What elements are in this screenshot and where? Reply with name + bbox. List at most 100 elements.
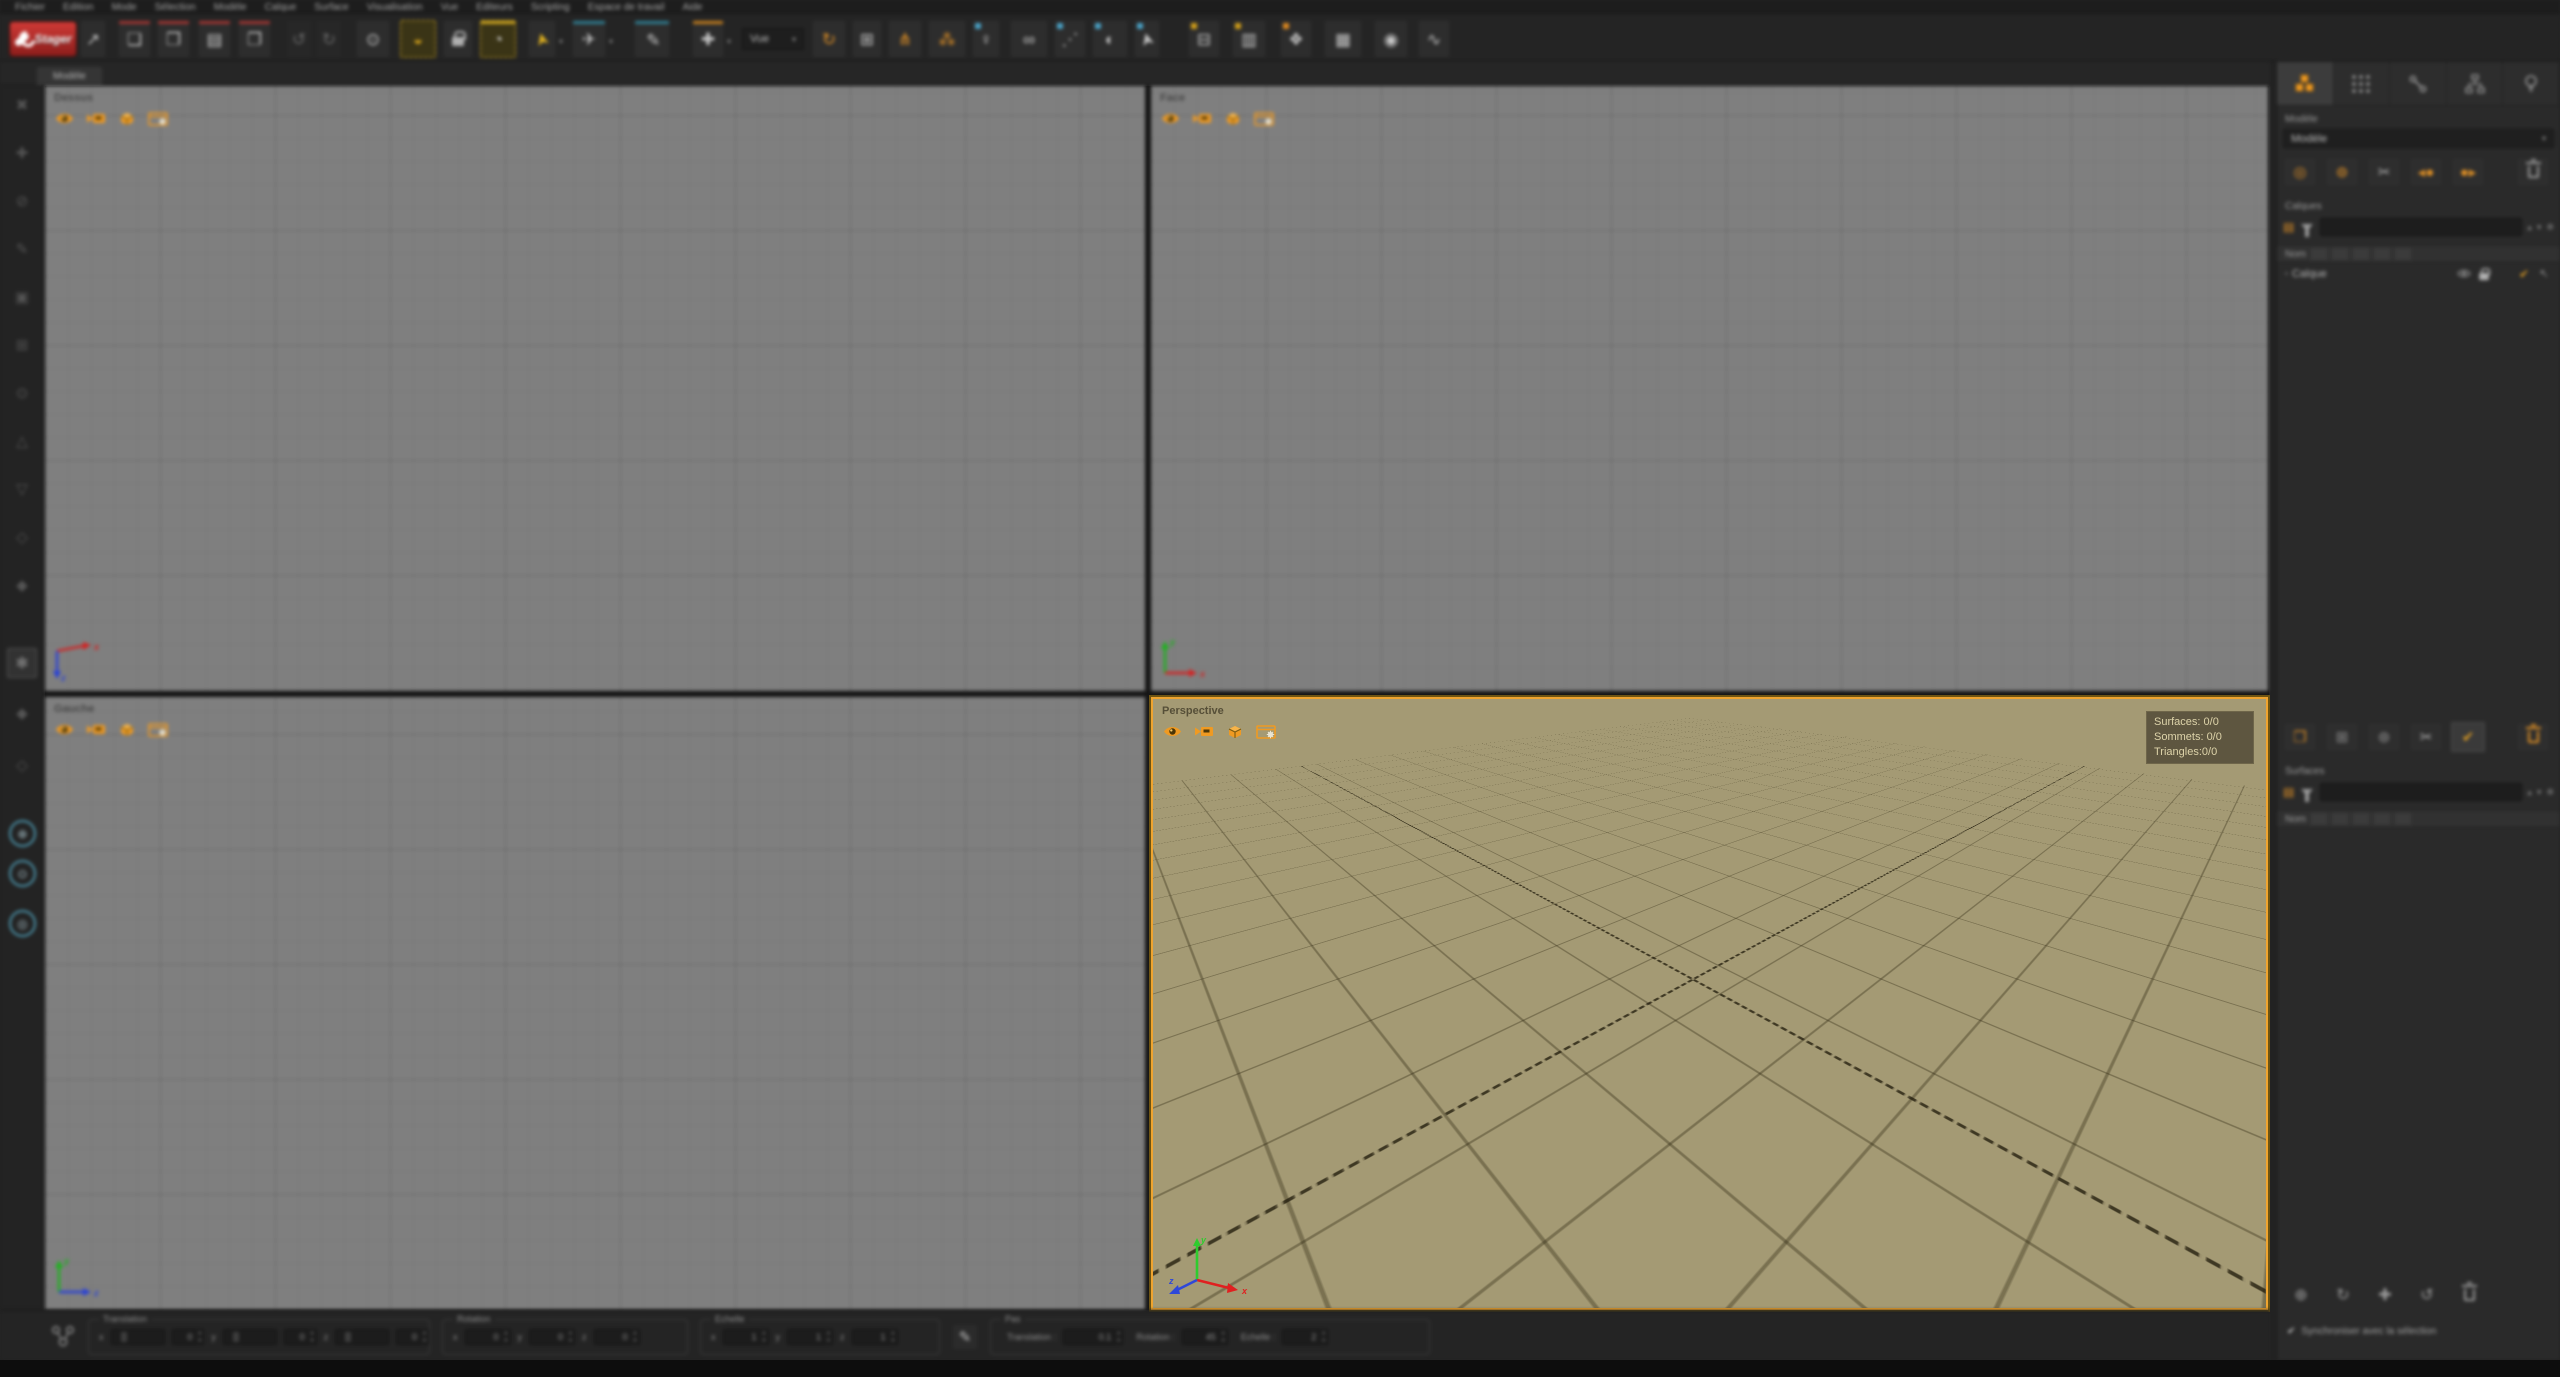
tab-model[interactable]: [2277, 62, 2334, 105]
menu-item-11[interactable]: Scripting: [522, 0, 579, 15]
menu-item-8[interactable]: Visualisation: [358, 0, 432, 15]
snap-sphere-icon[interactable]: ⊙: [356, 20, 390, 58]
sphere-3d-icon[interactable]: ◐: [1092, 20, 1128, 58]
snap-scale-field[interactable]: 2: [1282, 1329, 1328, 1345]
camera-icon[interactable]: [1193, 724, 1214, 739]
viewport-settings-icon[interactable]: [1255, 724, 1276, 739]
filter-funnel-icon[interactable]: [2301, 224, 2313, 231]
pen-edit-icon[interactable]: ✎: [952, 1324, 978, 1350]
assign-surface-icon[interactable]: ⊛: [2367, 722, 2401, 752]
rotation-field-x[interactable]: 0: [465, 1329, 511, 1345]
move-mode-icon[interactable]: ◆: [7, 698, 37, 728]
validate-surface-icon[interactable]: ✔: [2451, 722, 2485, 752]
chevron-up-icon[interactable]: ▴: [2527, 223, 2532, 232]
spray-icon[interactable]: ⋰: [1054, 20, 1086, 58]
down-tool-icon[interactable]: ▽: [7, 474, 37, 504]
visibility-eye-icon[interactable]: [54, 722, 75, 737]
tab-light[interactable]: [2503, 62, 2560, 105]
grid-select-icon[interactable]: ⊟: [1188, 20, 1220, 58]
shading-cube-icon[interactable]: [116, 722, 137, 737]
soft-select-icon[interactable]: ◒: [400, 20, 436, 58]
new-file-icon[interactable]: ❏: [118, 20, 151, 58]
redo-icon[interactable]: ↻: [316, 20, 342, 58]
cursor-small-icon[interactable]: ➤: [1134, 20, 1160, 58]
magnet-select-icon[interactable]: ◔: [480, 20, 516, 58]
translation-slider-x[interactable]: [111, 1329, 165, 1345]
menu-item-12[interactable]: Espace de travail: [579, 0, 674, 15]
layer-row[interactable]: ▪ Calque ✔ ↖: [2277, 263, 2560, 284]
chevron-down-icon[interactable]: ▾: [609, 37, 613, 46]
model-dropdown[interactable]: Modèle ▾: [2283, 129, 2554, 148]
delete-surface-icon[interactable]: [2516, 722, 2550, 752]
reset-transform-icon[interactable]: ↺: [2411, 1280, 2443, 1310]
translate-airplane-icon[interactable]: ✈: [572, 20, 606, 58]
cut-surface-icon[interactable]: ✂: [2409, 722, 2443, 752]
rotation-field-y[interactable]: 0: [529, 1329, 575, 1345]
filter-funnel-icon[interactable]: [2301, 789, 2313, 796]
select-circle-icon-3[interactable]: ◎: [9, 910, 36, 937]
snap-rotation-field[interactable]: 45: [1182, 1329, 1228, 1345]
expander-icon[interactable]: ▪: [2285, 269, 2288, 278]
viewport-perspective[interactable]: Perspective Surfaces: 0/0 Sommets: 0/0 T…: [1151, 697, 2268, 1310]
grid-tool-icon[interactable]: ⊞: [7, 330, 37, 360]
delete-model-icon[interactable]: [2516, 157, 2550, 187]
select-ring-icon[interactable]: ◎: [2283, 157, 2317, 187]
chevron-down-icon[interactable]: ▾: [2537, 223, 2542, 232]
lock-icon[interactable]: [2476, 267, 2492, 281]
visibility-eye-icon[interactable]: [1160, 111, 1181, 126]
disable-tool-icon[interactable]: ⊘: [7, 186, 37, 216]
camera-dome-icon[interactable]: ◉: [1374, 20, 1408, 58]
scale-field-x[interactable]: 1: [723, 1329, 769, 1345]
next-selection-icon[interactable]: ●▸: [2451, 157, 2485, 187]
settings-icon[interactable]: ✻: [2546, 788, 2554, 797]
menu-item-4[interactable]: Sélection: [146, 0, 205, 15]
close-tool-icon[interactable]: ✖: [7, 90, 37, 120]
view-mode-dropdown[interactable]: Vue ▾: [742, 28, 804, 50]
select-circle-icon-2[interactable]: ⊙: [9, 860, 36, 887]
viewport-settings-icon[interactable]: [147, 722, 168, 737]
snap-translation-field[interactable]: 0.1: [1063, 1329, 1123, 1345]
menu-item-7[interactable]: Surface: [305, 0, 357, 15]
rotation-field-z[interactable]: 0: [594, 1329, 640, 1345]
camera-icon[interactable]: [85, 722, 106, 737]
visibility-eye-icon[interactable]: [2456, 269, 2472, 278]
hierarchy-alt-icon[interactable]: ⁂: [928, 20, 966, 58]
viewport-top[interactable]: Dessus x z: [45, 86, 1145, 691]
undo-icon[interactable]: ↺: [286, 20, 312, 58]
surfaces-stack-icon[interactable]: ▤: [2283, 786, 2294, 798]
tab-bones[interactable]: [2390, 62, 2447, 105]
rotate-transform-icon[interactable]: ↻: [2327, 1280, 2359, 1310]
layers-stack-icon[interactable]: ▤: [2283, 221, 2294, 233]
visibility-eye-icon[interactable]: [54, 111, 75, 126]
fence-icon[interactable]: ▥: [1232, 20, 1266, 58]
translation-field-z[interactable]: 0: [396, 1329, 429, 1345]
move-cross-icon[interactable]: ✚: [692, 20, 724, 58]
delete-transform-icon[interactable]: [2453, 1280, 2485, 1310]
target-transform-icon[interactable]: ⊕: [2285, 1280, 2317, 1310]
binoculars-icon[interactable]: ∞: [1010, 20, 1048, 58]
chevron-down-icon[interactable]: ▾: [2537, 788, 2542, 797]
target-tool-icon[interactable]: ⊙: [7, 378, 37, 408]
rotate-view-icon[interactable]: ↻: [812, 20, 846, 58]
select-cursor-icon[interactable]: ➤: [528, 20, 556, 58]
viewport-side[interactable]: Gauche y z: [45, 697, 1145, 1310]
app-logo[interactable]: Stager: [10, 22, 76, 56]
tab-points[interactable]: [2334, 62, 2391, 105]
viewport-settings-icon[interactable]: [147, 111, 168, 126]
menu-item-2[interactable]: Edition: [54, 0, 103, 15]
pick-cursor-icon[interactable]: ↖: [2536, 267, 2552, 280]
link-surface-icon[interactable]: ⊞: [2325, 722, 2359, 752]
menu-item-1[interactable]: Fichier: [6, 0, 54, 15]
viewport-front[interactable]: Face y x: [1151, 86, 2268, 691]
translation-field-y[interactable]: 0: [284, 1329, 317, 1345]
tag-icon[interactable]: ❖: [1280, 20, 1312, 58]
add-tool-icon[interactable]: ✚: [7, 138, 37, 168]
lock-icon[interactable]: [443, 20, 473, 58]
up-tool-icon[interactable]: △: [7, 426, 37, 456]
scale-mode-icon[interactable]: ◇: [7, 750, 37, 780]
surfaces-filter-input[interactable]: [2320, 783, 2522, 801]
viewport-settings-icon[interactable]: [1253, 111, 1274, 126]
chevron-up-icon[interactable]: ▴: [2527, 788, 2532, 797]
grid-points-icon[interactable]: ⊞: [852, 20, 882, 58]
prev-selection-icon[interactable]: ◂●: [2409, 157, 2443, 187]
